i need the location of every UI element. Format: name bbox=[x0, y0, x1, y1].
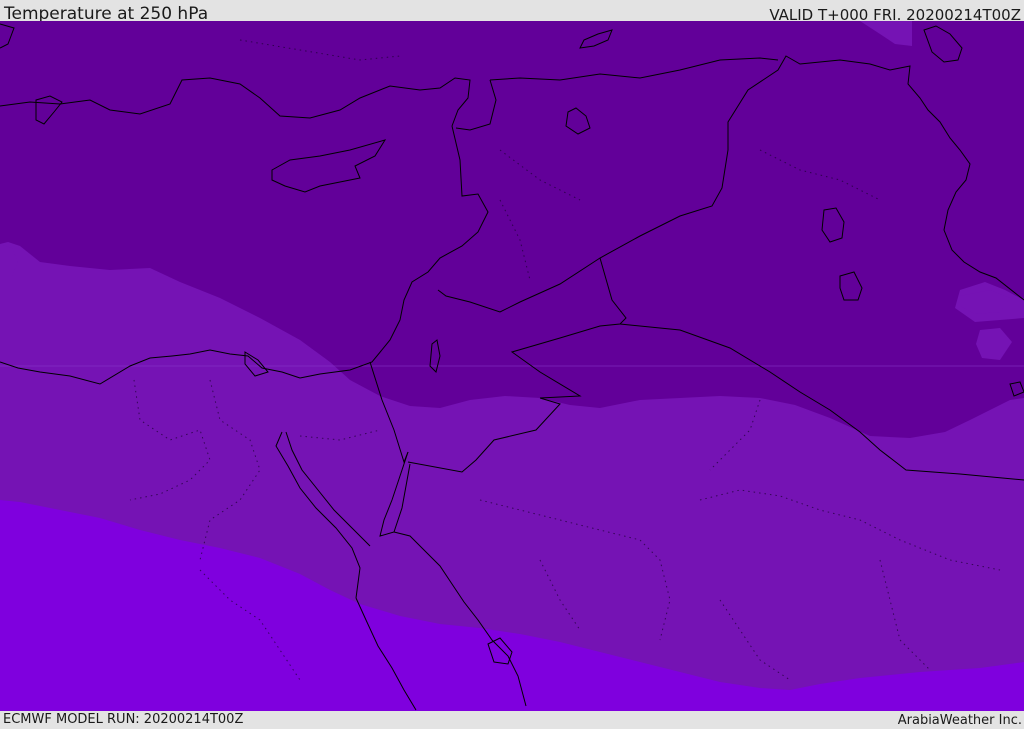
temperature-map bbox=[0, 21, 1024, 711]
model-run-label: ECMWF MODEL RUN: 20200214T00Z bbox=[3, 712, 244, 727]
credit-label: ArabiaWeather Inc. bbox=[897, 713, 1022, 728]
footer-bar: ECMWF MODEL RUN: 20200214T00Z ArabiaWeat… bbox=[0, 711, 1024, 729]
header-bar: Temperature at 250 hPa VALID T+000 FRI. … bbox=[0, 0, 1024, 24]
map-frame: Temperature at 250 hPa VALID T+000 FRI. … bbox=[0, 0, 1024, 729]
